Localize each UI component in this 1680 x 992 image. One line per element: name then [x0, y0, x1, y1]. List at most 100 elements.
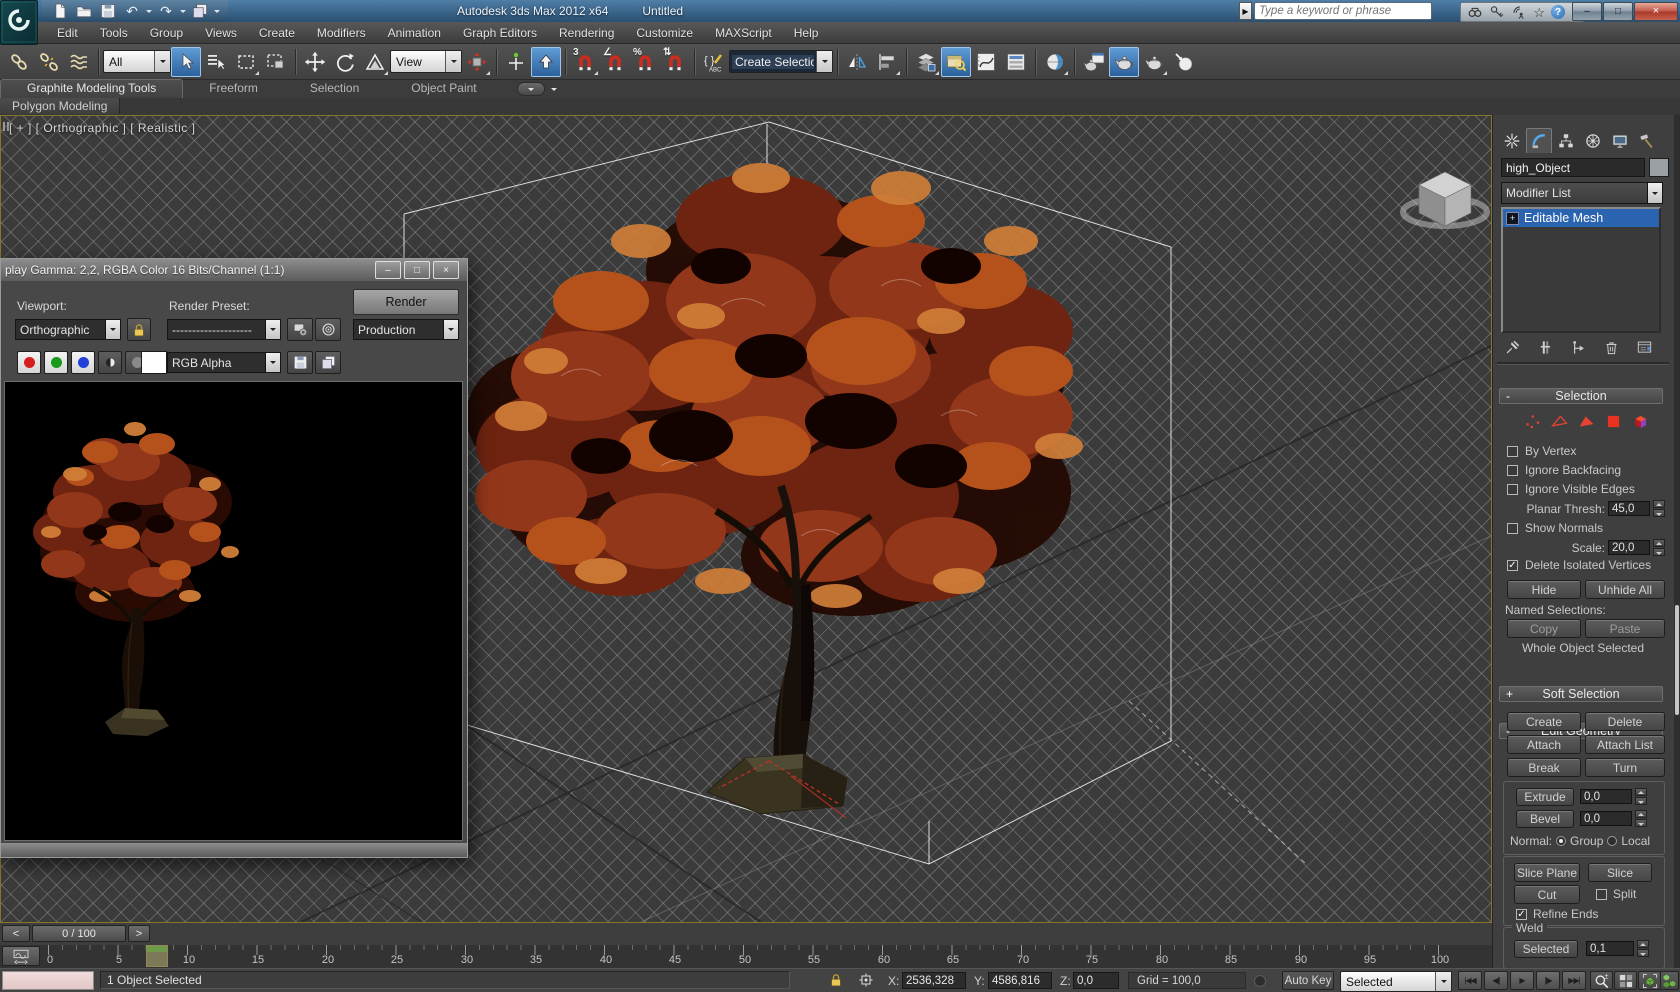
bind-to-space-warp-button[interactable]	[64, 47, 94, 77]
previous-frame-button[interactable]: <	[2, 925, 30, 942]
panel-scrollbar[interactable]	[1674, 115, 1680, 968]
cut-button[interactable]: Cut	[1514, 885, 1580, 904]
undo-caret-icon[interactable]	[146, 10, 152, 16]
zoom-extents-all-button[interactable]	[1660, 971, 1679, 990]
polygon-modeling-panel[interactable]: Polygon Modeling	[0, 98, 120, 114]
ribbon-minimize-caret-icon[interactable]	[551, 88, 557, 94]
render-maximize-button[interactable]: □	[404, 261, 430, 279]
menu-animation[interactable]: Animation	[377, 26, 452, 40]
bevel-spinner[interactable]	[1635, 810, 1647, 827]
create-button[interactable]: Create	[1507, 712, 1581, 731]
scale-field[interactable]	[1608, 540, 1650, 555]
3dsmax-logo[interactable]	[0, 0, 38, 45]
planar-thresh-spinner[interactable]	[1653, 500, 1665, 517]
ribbon-options-button[interactable]	[517, 82, 545, 96]
hide-button[interactable]: Hide	[1507, 580, 1581, 599]
scrollbar-handle[interactable]	[1675, 605, 1679, 715]
tab-utilities[interactable]	[1634, 128, 1660, 153]
channel-display-dropdown[interactable]: RGB Alpha	[167, 352, 281, 373]
tab-modify[interactable]	[1526, 128, 1552, 153]
ribbon-tab-object-paint[interactable]: Object Paint	[385, 80, 502, 98]
weld-spinner[interactable]	[1637, 940, 1649, 957]
render-iterative-button[interactable]	[1169, 47, 1199, 77]
undo-button[interactable]: ↶	[122, 2, 142, 20]
mirror-button[interactable]	[842, 47, 872, 77]
current-frame-marker[interactable]	[146, 945, 168, 967]
render-mode-dropdown[interactable]: Production	[353, 319, 459, 340]
z-coordinate-field[interactable]	[1073, 972, 1119, 989]
ribbon-tab-selection[interactable]: Selection	[284, 80, 385, 98]
bevel-field[interactable]	[1580, 811, 1632, 826]
edge-mode-button[interactable]	[1548, 412, 1570, 431]
unhide-all-button[interactable]: Unhide All	[1585, 580, 1665, 599]
element-mode-button[interactable]	[1629, 412, 1651, 431]
menu-create[interactable]: Create	[248, 26, 306, 40]
render-preset-dropdown[interactable]: --------------------	[167, 319, 281, 340]
render-settings-button[interactable]	[315, 318, 341, 341]
keyhelp-icon[interactable]	[1489, 4, 1505, 20]
modifier-stack-item-editable-mesh[interactable]: + Editable Mesh	[1503, 209, 1659, 227]
rendered-frame-window-button[interactable]	[1109, 47, 1139, 77]
slice-button[interactable]: Slice	[1588, 863, 1652, 882]
help-icon[interactable]: ?	[1551, 5, 1565, 19]
qat-options-caret-icon[interactable]	[214, 10, 220, 16]
ribbon-tab-graphite[interactable]: Graphite Modeling Tools	[0, 79, 183, 98]
zoom-all-button[interactable]	[1614, 971, 1637, 990]
curve-editor-button[interactable]	[971, 47, 1001, 77]
planar-thresh-field[interactable]	[1608, 501, 1650, 516]
select-and-rotate-button[interactable]	[330, 47, 360, 77]
green-channel-button[interactable]	[44, 351, 68, 374]
redo-caret-icon[interactable]	[180, 10, 186, 16]
save-file-button[interactable]	[98, 2, 118, 20]
paste-button[interactable]: Paste	[1585, 619, 1665, 638]
select-and-move-button[interactable]	[300, 47, 330, 77]
schematic-view-button[interactable]	[1001, 47, 1031, 77]
search-binoculars-icon[interactable]	[1467, 4, 1483, 20]
attach-button[interactable]: Attach	[1507, 735, 1581, 754]
monochrome-channel-button[interactable]	[98, 351, 122, 374]
absolute-mode-toggle[interactable]	[858, 972, 874, 988]
background-color-swatch[interactable]	[141, 351, 167, 374]
new-scene-button[interactable]	[50, 2, 70, 20]
refine-ends-checkbox[interactable]: ✓	[1516, 909, 1527, 920]
make-unique-button[interactable]	[1565, 338, 1591, 357]
menu-graph-editors[interactable]: Graph Editors	[452, 26, 548, 40]
soft-selection-rollout-header[interactable]: + Soft Selection	[1499, 686, 1663, 702]
tab-motion[interactable]	[1580, 128, 1606, 153]
pin-stack-button[interactable]	[1499, 338, 1525, 357]
tab-hierarchy[interactable]	[1553, 128, 1579, 153]
render-close-button[interactable]: ×	[433, 261, 459, 279]
select-and-scale-button[interactable]	[360, 47, 390, 77]
menu-modifiers[interactable]: Modifiers	[306, 26, 377, 40]
delete-isolated-vertices-checkbox[interactable]: ✓	[1507, 560, 1518, 571]
tree-model[interactable]	[466, 163, 1083, 814]
y-coordinate-field[interactable]	[988, 972, 1052, 989]
copy-button[interactable]: Copy	[1507, 619, 1581, 638]
object-color-swatch[interactable]	[1649, 158, 1669, 177]
minimize-button[interactable]: –	[1572, 2, 1602, 21]
save-image-button[interactable]	[287, 351, 313, 374]
object-name-field[interactable]	[1501, 158, 1645, 177]
percent-snap-toggle[interactable]: %	[630, 47, 660, 77]
show-normals-checkbox[interactable]	[1507, 523, 1518, 534]
x-coordinate-field[interactable]	[902, 972, 966, 989]
menu-views[interactable]: Views	[194, 26, 248, 40]
favorites-star-icon[interactable]: ☆	[1533, 6, 1545, 19]
render-production-button[interactable]	[1139, 47, 1169, 77]
bevel-button[interactable]: Bevel	[1516, 810, 1574, 828]
turn-button[interactable]: Turn	[1585, 758, 1665, 777]
render-minimize-button[interactable]: –	[375, 261, 401, 279]
close-button[interactable]: ×	[1634, 2, 1678, 21]
time-slider-handle[interactable]: 0 / 100	[32, 925, 126, 942]
menu-help[interactable]: Help	[783, 26, 830, 40]
ignore-visible-edges-checkbox[interactable]	[1507, 484, 1518, 495]
keyboard-shortcut-override-toggle[interactable]	[531, 47, 561, 77]
search-expand-icon[interactable]: ▶	[1239, 2, 1252, 20]
weld-selected-button[interactable]: Selected	[1514, 940, 1578, 958]
go-to-start-button[interactable]: |◀◀	[1458, 971, 1482, 990]
material-editor-button[interactable]	[1040, 47, 1070, 77]
menu-group[interactable]: Group	[139, 26, 194, 40]
weld-threshold-field[interactable]	[1586, 941, 1634, 956]
ribbon-tab-freeform[interactable]: Freeform	[183, 80, 284, 98]
unlink-selection-button[interactable]	[34, 47, 64, 77]
